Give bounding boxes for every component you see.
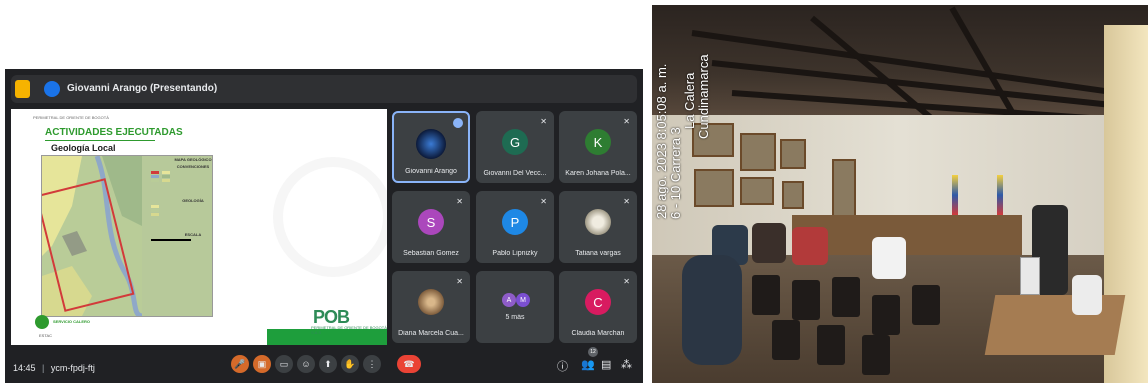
avatar: G <box>502 129 528 155</box>
estac-text: ESTAC <box>39 333 53 338</box>
map-legend: MAPA GEOLÓGICO CONVENCIONES GEOLOGÍA ESC… <box>143 155 243 323</box>
people-icon[interactable]: 👥 <box>581 358 595 371</box>
present-button[interactable]: ⬆ <box>319 355 337 373</box>
stamp-line: Cundinamarca <box>696 54 711 139</box>
computer-monitor <box>1020 257 1040 295</box>
activities-icon[interactable]: ⁂ <box>621 358 632 371</box>
meet-window: Giovanni Arango (Presentando) PERIMETRAL… <box>5 69 643 383</box>
mic-off-icon: ✕ <box>540 197 547 206</box>
participant-name: Giovanni Del Vecc... <box>483 170 547 177</box>
participant-name: Claudia Marchan <box>571 330 625 337</box>
wall-painting <box>740 177 774 205</box>
meeting-clock: 14:45 | ycm-fpdj-ftj <box>13 363 95 373</box>
separator: | <box>42 363 45 373</box>
avatar: P <box>502 209 528 235</box>
flag <box>952 175 958 215</box>
stamp-line: La Calera <box>682 72 697 129</box>
participant-tile[interactable]: ✕ G Giovanni Del Vecc... <box>476 111 554 183</box>
avatar: A <box>502 293 516 307</box>
more-participants-tile[interactable]: A M 5 más <box>476 271 554 343</box>
presenter-label: Giovanni Arango (Presentando) <box>67 83 218 94</box>
participant-tile[interactable]: ✕ C Claudia Marchan <box>559 271 637 343</box>
legend-section-conventions: CONVENCIONES <box>176 164 210 169</box>
title-rule <box>45 140 155 141</box>
participant-count-badge: 12 <box>588 347 598 357</box>
wall-painting <box>782 181 804 209</box>
avatar <box>418 289 444 315</box>
info-icon[interactable]: ⓘ <box>557 358 568 374</box>
camera-toggle-button[interactable]: ▣ <box>253 355 271 373</box>
slide-watermark <box>273 157 387 277</box>
avatar: K <box>585 129 611 155</box>
participant-tile[interactable]: ✕ Diana Marcela Cua... <box>392 271 470 343</box>
servicio-calero-logo <box>35 315 49 329</box>
participant-name: Tatiana vargas <box>575 250 621 257</box>
participant-tile[interactable]: ✕ Tatiana vargas <box>559 191 637 263</box>
more-count: 5 más <box>505 314 525 321</box>
avatar: S <box>418 209 444 235</box>
avatar <box>585 209 611 235</box>
participant-name: Diana Marcela Cua... <box>398 330 464 337</box>
mic-toggle-button[interactable]: 🎤 <box>231 355 249 373</box>
participant-name: Sebastian Gomez <box>403 250 459 257</box>
presenting-icon <box>44 81 60 97</box>
desk <box>984 295 1126 355</box>
shared-slide: PERIMETRAL DE ORIENTE DE BOGOTÁ ACTIVIDA… <box>11 109 387 345</box>
presenter-bar: Giovanni Arango (Presentando) <box>11 75 637 103</box>
geology-map-drawing <box>42 156 143 316</box>
wall-painting <box>740 133 776 171</box>
flag <box>997 175 1003 215</box>
meeting-code: ycm-fpdj-ftj <box>50 363 95 373</box>
participant-tile[interactable]: ✕ K Karen Johana Pola... <box>559 111 637 183</box>
legend-section-scale: ESCALA <box>184 232 202 237</box>
avatar: C <box>585 289 611 315</box>
participant-tile[interactable]: ✕ P Pablo Lipnizky <box>476 191 554 263</box>
pob-subtitle: PERIMETRAL DE ORIENTE DE BOGOTÁ S.A.S <box>311 325 387 335</box>
emoji-button[interactable]: ☺ <box>297 355 315 373</box>
legend-section-geology: GEOLOGÍA <box>182 198 204 203</box>
mic-off-icon: ✕ <box>456 197 463 206</box>
wall-painting <box>780 139 806 169</box>
participant-name: Pablo Lipnizky <box>492 250 538 257</box>
mic-off-icon: ✕ <box>623 277 630 286</box>
participant-tile[interactable]: Giovanni Arango <box>392 111 470 183</box>
participant-tile[interactable]: ✕ S Sebastian Gomez <box>392 191 470 263</box>
meeting-info-badge[interactable] <box>15 80 30 98</box>
mic-off-icon: ✕ <box>456 277 463 286</box>
participant-name: Karen Johana Pola... <box>565 170 631 177</box>
avatar <box>416 129 446 159</box>
wall-painting <box>832 159 856 219</box>
chat-icon[interactable]: ▤ <box>601 358 611 371</box>
stamp-line: 28 ago. 2023 8:05:08 a. m. <box>654 63 669 219</box>
room-photo: 28 ago. 2023 8:05:08 a. m. 6 - 10 Carrer… <box>652 5 1148 383</box>
slide-subtitle: Geología Local <box>51 143 116 153</box>
mic-off-icon: ✕ <box>623 197 630 206</box>
photo-timestamp: 28 ago. 2023 8:05:08 a. m. 6 - 10 Carrer… <box>654 9 716 239</box>
stamp-line: 6 - 10 Carrera 3 <box>668 127 683 219</box>
servicio-calero-text: SERVICIO CALERO <box>53 319 91 324</box>
captions-button[interactable]: ▭ <box>275 355 293 373</box>
legend-title: MAPA GEOLÓGICO <box>174 157 212 162</box>
leave-call-button[interactable]: ☎ <box>397 355 421 373</box>
more-options-button[interactable]: ⋮ <box>363 355 381 373</box>
mic-off-icon: ✕ <box>540 117 547 126</box>
participant-name: Giovanni Arango <box>405 168 457 175</box>
mic-off-icon: ✕ <box>623 117 630 126</box>
slide-title: ACTIVIDADES EJECUTADAS <box>45 127 183 138</box>
slide-header: PERIMETRAL DE ORIENTE DE BOGOTÁ <box>33 115 109 120</box>
avatar: M <box>516 293 530 307</box>
time: 14:45 <box>13 363 36 373</box>
raise-hand-button[interactable]: ✋ <box>341 355 359 373</box>
speaking-indicator-icon <box>453 118 463 128</box>
